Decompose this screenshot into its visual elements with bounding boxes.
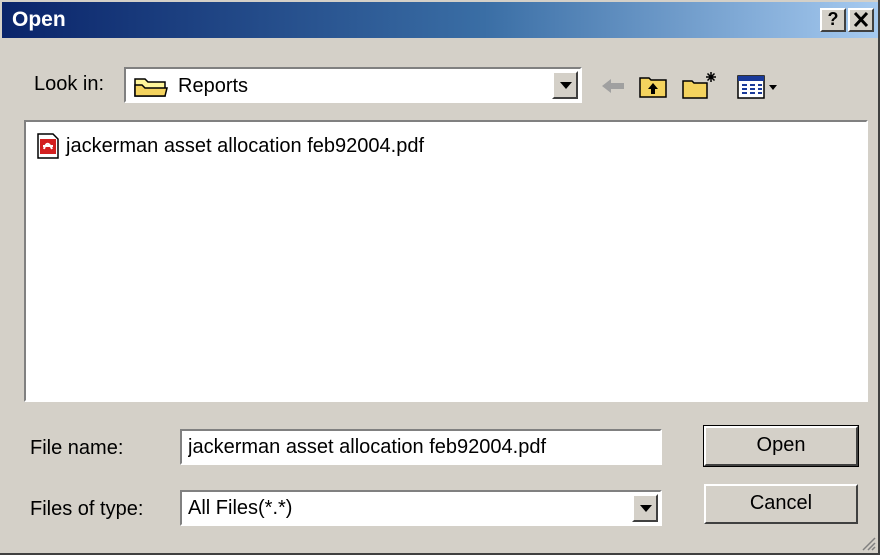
up-folder-icon (639, 77, 667, 98)
files-of-type-label: Files of type: (30, 498, 144, 520)
look-in-label: Look in: (34, 73, 105, 95)
pdf-file-icon (37, 133, 59, 159)
chevron-down-icon[interactable] (632, 494, 658, 522)
title-bar[interactable]: Open ? (2, 2, 878, 38)
list-item[interactable]: jackerman asset allocation feb92004.pdf (36, 132, 424, 160)
folder-icon (134, 78, 168, 97)
up-one-level-button[interactable] (637, 70, 669, 102)
new-folder-icon (682, 72, 716, 99)
open-dialog: Open ? Look in: Reports jackerman asset … (0, 0, 880, 555)
look-in-value: Reports (178, 75, 249, 97)
file-name-input[interactable] (180, 429, 662, 465)
back-arrow-icon (602, 79, 624, 93)
dialog-title: Open (12, 8, 66, 31)
view-menu-icon (737, 75, 777, 99)
files-of-type-value: All Files(*.*) (188, 497, 293, 519)
resize-grip-icon[interactable] (860, 535, 876, 551)
cancel-button[interactable]: Cancel (704, 484, 858, 524)
view-menu-button[interactable] (735, 70, 785, 102)
files-of-type-dropdown[interactable]: All Files(*.*) (180, 490, 662, 526)
create-new-folder-button[interactable] (680, 70, 720, 102)
back-button[interactable] (598, 70, 628, 102)
look-in-dropdown[interactable]: Reports (124, 67, 582, 103)
open-button[interactable]: Open (703, 425, 859, 467)
file-name-label: jackerman asset allocation feb92004.pdf (66, 134, 425, 157)
file-list[interactable]: jackerman asset allocation feb92004.pdf (24, 120, 868, 402)
file-name-label-text: File name: (30, 437, 124, 459)
help-button[interactable]: ? (820, 8, 846, 32)
close-icon (853, 11, 869, 28)
close-button[interactable] (848, 8, 874, 32)
chevron-down-icon[interactable] (552, 71, 578, 99)
